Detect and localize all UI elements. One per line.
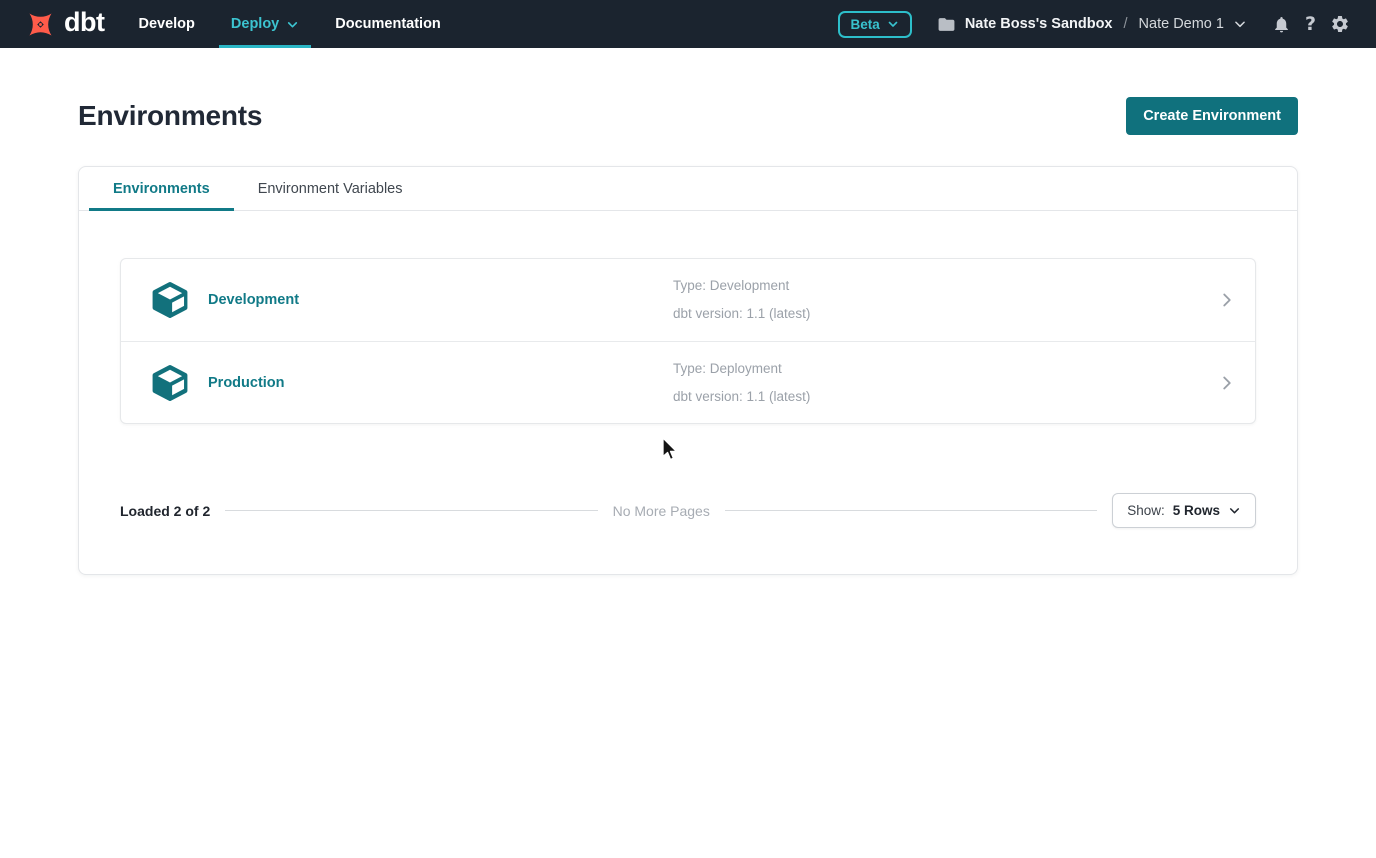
dbt-logo-text: dbt [64,9,104,36]
environment-cube-icon [151,364,189,402]
create-environment-button[interactable]: Create Environment [1126,97,1298,135]
rows-per-page-dropdown[interactable]: Show: 5 Rows [1112,493,1256,528]
chevron-right-icon[interactable] [1216,372,1238,394]
divider-line [725,510,1097,511]
tab-bar: Environments Environment Variables [79,167,1297,211]
tab-label: Environment Variables [258,181,403,197]
environment-type: Type: Deployment [673,355,1199,383]
folder-icon [937,15,956,34]
environment-dbt-version: dbt version: 1.1 (latest) [673,383,1199,411]
environment-name-link[interactable]: Production [208,375,285,391]
pagination-footer: Loaded 2 of 2 No More Pages Show: 5 Rows [120,493,1256,528]
chevron-right-icon[interactable] [1216,289,1238,311]
show-label: Show: [1127,503,1165,518]
nav-item-label: Develop [138,16,194,32]
no-more-pages-label: No More Pages [613,503,710,519]
primary-nav: Develop Deploy Documentation [120,0,458,48]
nav-item-deploy[interactable]: Deploy [219,0,311,48]
divider-line [225,510,597,511]
environment-type: Type: Development [673,272,1199,300]
environment-row-development[interactable]: Development Type: Development dbt versio… [121,259,1255,341]
dbt-logo-icon [24,8,57,41]
top-navbar: dbt Develop Deploy Documentation Beta Na… [0,0,1376,48]
nav-item-documentation[interactable]: Documentation [323,0,453,48]
environment-name-link[interactable]: Development [208,292,299,308]
tab-environments[interactable]: Environments [89,167,234,210]
bell-icon[interactable] [1272,15,1291,34]
tab-environment-variables[interactable]: Environment Variables [234,167,427,210]
help-glyph: ? [1305,13,1316,35]
chevron-down-icon [286,18,299,31]
beta-dropdown-button[interactable]: Beta [838,11,912,38]
chevron-down-icon [1233,17,1247,31]
navbar-right-group: Beta Nate Boss's Sandbox / Nate Demo 1 ? [838,11,1350,38]
environment-row-production[interactable]: Production Type: Deployment dbt version:… [121,341,1255,423]
loaded-count: Loaded 2 of 2 [120,503,210,519]
tab-label: Environments [113,181,210,197]
project-selector[interactable]: Nate Boss's Sandbox / Nate Demo 1 [937,15,1247,34]
nav-item-label: Deploy [231,16,279,32]
card-body: Development Type: Development dbt versio… [79,211,1297,574]
environment-cube-icon [151,281,189,319]
dbt-logo[interactable]: dbt [24,8,104,41]
project-name: Nate Demo 1 [1139,16,1224,32]
chevron-down-icon [887,18,899,30]
account-name: Nate Boss's Sandbox [965,16,1113,32]
page-title: Environments [78,100,262,132]
environment-dbt-version: dbt version: 1.1 (latest) [673,300,1199,328]
help-icon[interactable]: ? [1305,13,1316,35]
page-header: Environments Create Environment [78,97,1298,135]
nav-item-develop[interactable]: Develop [126,0,206,48]
rows-value: 5 Rows [1173,503,1220,518]
breadcrumb-separator: / [1122,16,1130,32]
beta-label: Beta [851,17,880,32]
environment-meta: Type: Development dbt version: 1.1 (late… [673,272,1199,328]
chevron-down-icon [1228,504,1241,517]
environment-list: Development Type: Development dbt versio… [120,258,1256,424]
environment-row-left: Development [121,281,673,319]
environment-meta: Type: Deployment dbt version: 1.1 (lates… [673,355,1199,411]
environment-row-left: Production [121,364,673,402]
navbar-icon-group: ? [1272,13,1350,35]
environments-card: Environments Environment Variables Devel… [78,166,1298,575]
nav-item-label: Documentation [335,16,441,32]
gear-icon[interactable] [1330,14,1350,34]
